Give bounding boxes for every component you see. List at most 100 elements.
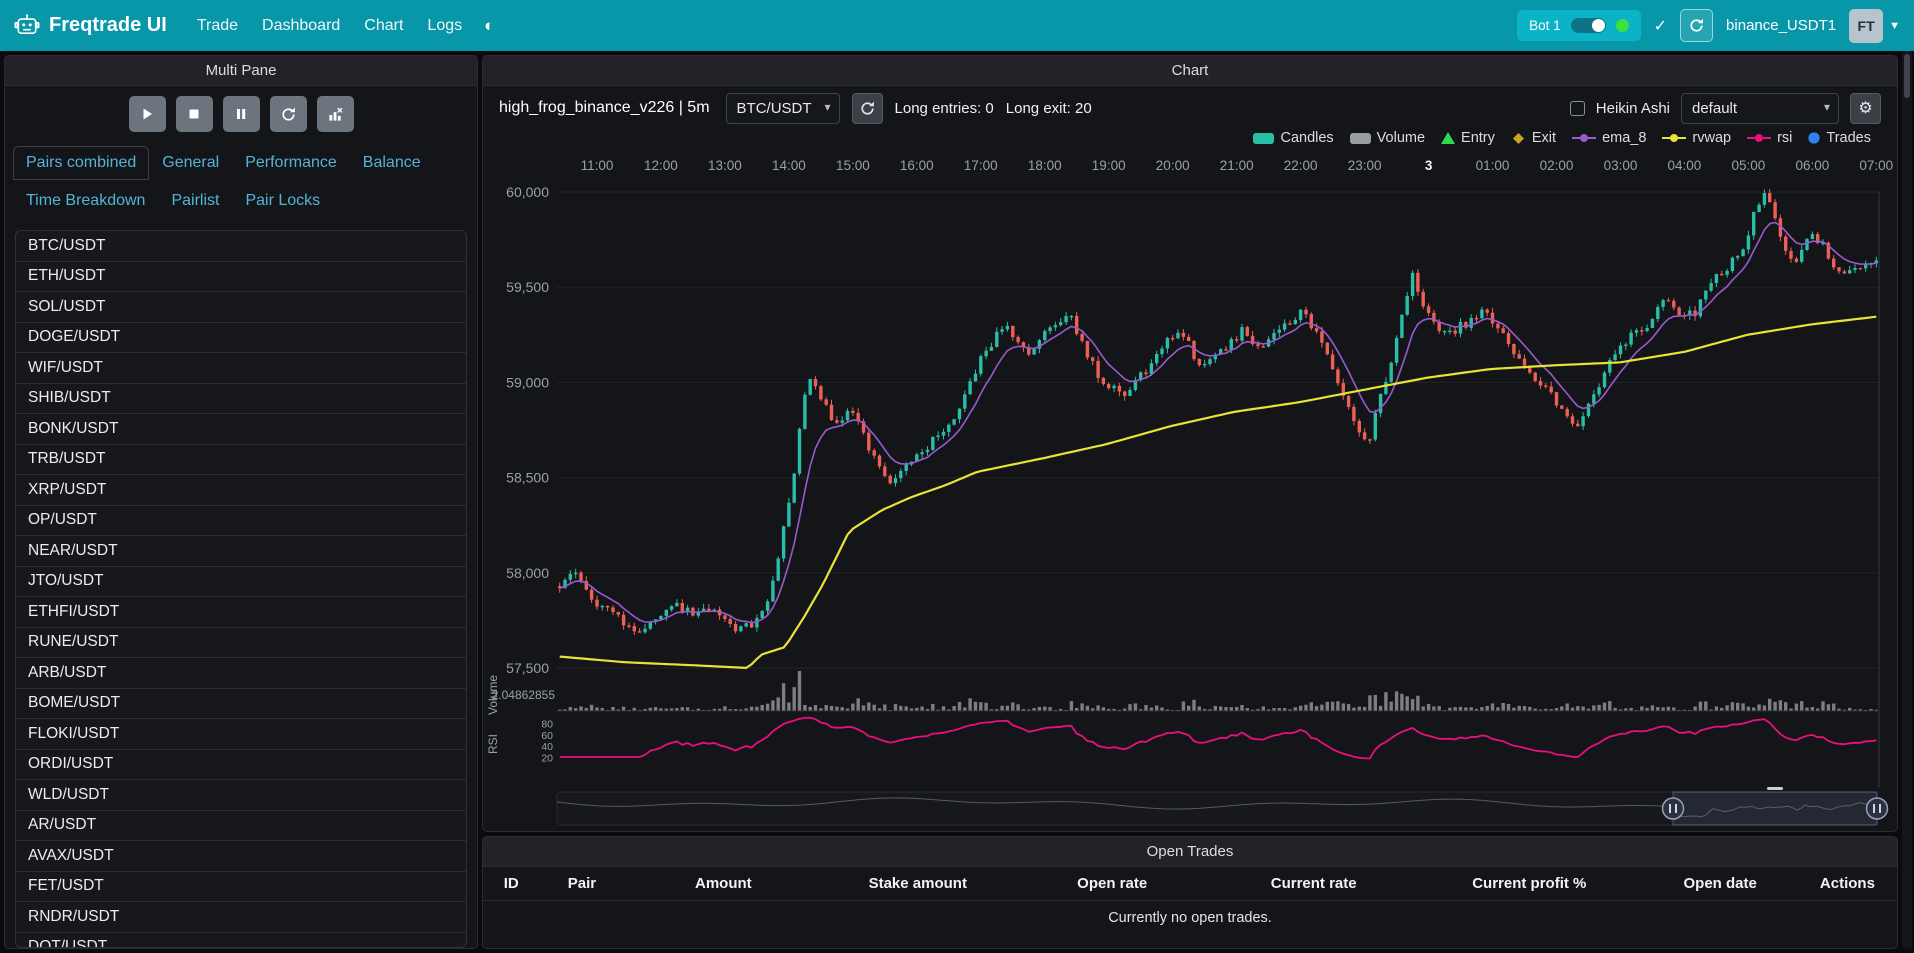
datazoom-window xyxy=(1673,792,1877,825)
plot-config-select[interactable]: default ▾ xyxy=(1681,93,1839,124)
pane-controls xyxy=(5,86,477,140)
pair-item-eth[interactable]: ETH/USDT xyxy=(16,262,466,293)
column-header-open-date[interactable]: Open date xyxy=(1642,867,1798,900)
pair-select[interactable]: BTC/USDT ▾ xyxy=(726,93,840,124)
price-chart[interactable]: 60,00059,50059,00058,50058,00057,50011:0… xyxy=(483,150,1897,831)
legend-item-rsi[interactable]: rsi xyxy=(1747,130,1792,146)
stop-button[interactable] xyxy=(176,96,213,132)
pair-item-bonk[interactable]: BONK/USDT xyxy=(16,414,466,445)
global-refresh-button[interactable] xyxy=(1680,9,1713,42)
pause-button[interactable] xyxy=(223,96,260,132)
brand[interactable]: Freqtrade UI xyxy=(14,13,167,39)
svg-text:20: 20 xyxy=(541,752,553,764)
svg-text:2.04862855: 2.04862855 xyxy=(492,688,556,702)
legend-item-ema_8[interactable]: ema_8 xyxy=(1572,130,1646,146)
strategy-timeframe-label: high_frog_binance_v226 | 5m xyxy=(499,99,710,117)
legend-item-entry[interactable]: Entry xyxy=(1441,130,1495,146)
refresh-button[interactable] xyxy=(270,96,307,132)
plot-config-value: default xyxy=(1692,100,1737,117)
column-header-stake-amount[interactable]: Stake amount xyxy=(822,867,1013,900)
svg-text:14:00: 14:00 xyxy=(772,158,806,173)
chart-toolbar: high_frog_binance_v226 | 5m BTC/USDT ▾ L… xyxy=(483,90,1897,126)
pair-item-arb[interactable]: ARB/USDT xyxy=(16,658,466,689)
chart-refresh-button[interactable] xyxy=(852,93,883,124)
pair-item-btc[interactable]: BTC/USDT xyxy=(16,231,466,262)
autorefresh-check-icon[interactable]: ✓ xyxy=(1654,16,1667,36)
svg-text:40: 40 xyxy=(541,741,553,753)
tab-balance[interactable]: Balance xyxy=(350,146,434,180)
pair-item-doge[interactable]: DOGE/USDT xyxy=(16,323,466,354)
nav-link-dashboard[interactable]: Dashboard xyxy=(250,11,352,41)
column-header-id[interactable]: ID xyxy=(483,867,540,900)
legend-item-volume[interactable]: Volume xyxy=(1350,130,1425,146)
open-trades-title: Open Trades xyxy=(483,837,1897,867)
pair-item-wif[interactable]: WIF/USDT xyxy=(16,353,466,384)
bot-toggle-switch[interactable] xyxy=(1571,18,1606,33)
pair-item-floki[interactable]: FLOKI/USDT xyxy=(16,719,466,750)
pair-item-xrp[interactable]: XRP/USDT xyxy=(16,475,466,506)
pair-item-shib[interactable]: SHIB/USDT xyxy=(16,384,466,415)
nav-link-chart[interactable]: Chart xyxy=(352,11,415,41)
pair-item-sol[interactable]: SOL/USDT xyxy=(16,292,466,323)
legend-item-exit[interactable]: Exit xyxy=(1511,130,1556,146)
pair-item-op[interactable]: OP/USDT xyxy=(16,506,466,537)
tab-pairlist[interactable]: Pairlist xyxy=(158,184,232,218)
column-header-open-rate[interactable]: Open rate xyxy=(1013,867,1211,900)
play-button[interactable] xyxy=(129,96,166,132)
pair-item-trb[interactable]: TRB/USDT xyxy=(16,445,466,476)
tab-pair-locks[interactable]: Pair Locks xyxy=(232,184,333,218)
pair-item-ethfi[interactable]: ETHFI/USDT xyxy=(16,597,466,628)
svg-text:60: 60 xyxy=(541,730,553,742)
multi-pane-title: Multi Pane xyxy=(5,56,477,86)
legend-item-trades[interactable]: Trades xyxy=(1808,130,1871,146)
heikin-ashi-checkbox[interactable] xyxy=(1570,101,1585,116)
pair-item-rune[interactable]: RUNE/USDT xyxy=(16,628,466,659)
theme-toggle-icon[interactable]: ◐ xyxy=(474,12,504,40)
app-title: Freqtrade UI xyxy=(49,14,167,37)
svg-text:11:00: 11:00 xyxy=(581,158,614,173)
tab-pairs-combined[interactable]: Pairs combined xyxy=(13,146,149,180)
column-header-current-profit-[interactable]: Current profit % xyxy=(1416,867,1642,900)
select-caret-icon: ▾ xyxy=(825,100,831,114)
open-trades-panel: Open Trades IDPairAmountStake amountOpen… xyxy=(482,836,1898,949)
pair-item-avax[interactable]: AVAX/USDT xyxy=(16,841,466,872)
long-entries-label: Long entries: 0 xyxy=(895,100,994,117)
clear-chart-button[interactable] xyxy=(317,96,354,132)
column-header-pair[interactable]: Pair xyxy=(540,867,625,900)
svg-text:22:00: 22:00 xyxy=(1284,158,1318,173)
volume-legend-icon xyxy=(1350,133,1371,144)
chart-panel: Chart high_frog_binance_v226 | 5m BTC/US… xyxy=(482,55,1898,832)
select-caret-icon: ▾ xyxy=(1824,100,1830,114)
legend-item-rvwap[interactable]: rvwap xyxy=(1662,130,1731,146)
svg-text:19:00: 19:00 xyxy=(1092,158,1126,173)
refresh-icon xyxy=(1689,18,1704,33)
svg-text:20:00: 20:00 xyxy=(1156,158,1190,173)
pair-item-rndr[interactable]: RNDR/USDT xyxy=(16,902,466,933)
plot-settings-button[interactable]: ⚙ xyxy=(1850,93,1881,124)
nav-link-logs[interactable]: Logs xyxy=(415,11,474,41)
pair-item-ar[interactable]: AR/USDT xyxy=(16,811,466,842)
legend-item-candles[interactable]: Candles xyxy=(1253,130,1333,146)
pair-item-fet[interactable]: FET/USDT xyxy=(16,872,466,903)
bot-selector[interactable]: Bot 1 xyxy=(1517,10,1641,41)
user-menu[interactable]: FT ▼ xyxy=(1849,9,1900,43)
column-header-amount[interactable]: Amount xyxy=(624,867,822,900)
column-header-current-rate[interactable]: Current rate xyxy=(1211,867,1416,900)
tab-performance[interactable]: Performance xyxy=(232,146,350,180)
pair-item-bome[interactable]: BOME/USDT xyxy=(16,689,466,720)
column-header-actions[interactable]: Actions xyxy=(1798,867,1897,900)
pair-item-jto[interactable]: JTO/USDT xyxy=(16,567,466,598)
legend-label: Candles xyxy=(1280,130,1333,146)
nav-link-trade[interactable]: Trade xyxy=(185,11,250,41)
clear-chart-icon xyxy=(328,107,343,122)
pair-item-wld[interactable]: WLD/USDT xyxy=(16,780,466,811)
svg-text:13:00: 13:00 xyxy=(708,158,742,173)
pair-item-near[interactable]: NEAR/USDT xyxy=(16,536,466,567)
tab-general[interactable]: General xyxy=(149,146,232,180)
pair-item-dot[interactable]: DOT/USDT xyxy=(16,933,466,949)
tab-time-breakdown[interactable]: Time Breakdown xyxy=(13,184,158,218)
refresh-icon xyxy=(281,107,296,122)
scrollbar-thumb[interactable] xyxy=(1904,54,1910,98)
pair-item-ordi[interactable]: ORDI/USDT xyxy=(16,750,466,781)
page-scrollbar[interactable] xyxy=(1902,51,1912,949)
